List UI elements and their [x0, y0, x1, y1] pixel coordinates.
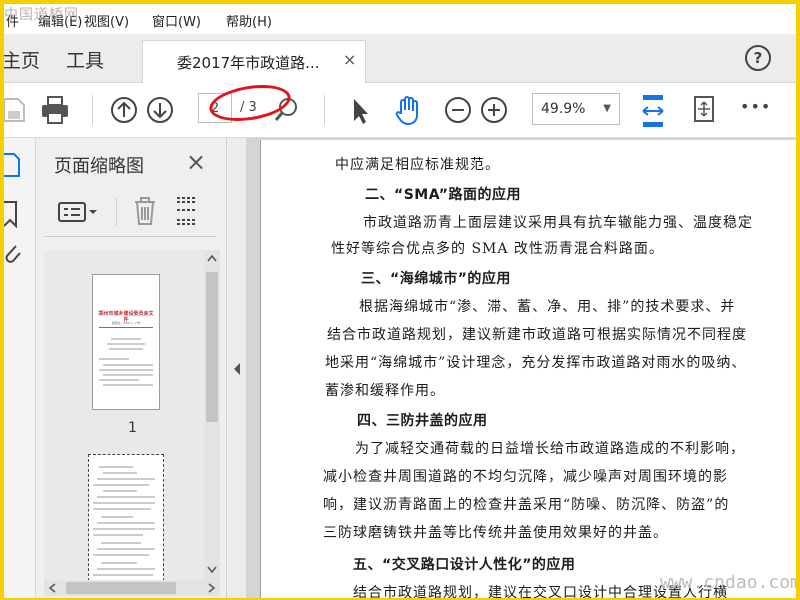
chevron-down-icon: ▼ [603, 103, 611, 114]
doc-text-line: 地采用“海绵城市”设计理念，充分发挥市政道路对雨水的吸纳、 [325, 355, 747, 371]
help-icon[interactable]: ? [745, 45, 771, 71]
toolbar-separator [92, 95, 93, 125]
menu-view[interactable]: 视图(V) [84, 11, 129, 30]
doc-heading: 二、“SMA”路面的应用 [365, 187, 521, 203]
menu-bar: 件 编辑(E) 视图(V) 窗口(W) 帮助(H) 中国道桥网 [4, 4, 796, 34]
panel-collapse-strip[interactable] [228, 138, 246, 598]
doc-text-line: 市政道路沥青上面层建议采用具有抗车辙能力强、温度稳定 [363, 215, 753, 231]
panel-toolbar [44, 186, 216, 237]
doc-text-line: 为了减轻交通荷载的日益增长给市政道路造成的不利影响， [355, 441, 745, 457]
doc-text-line: 性好等综合优点多的 SMA 改性沥青混合料路面。 [331, 241, 664, 257]
extract-page-icon[interactable] [174, 196, 200, 226]
close-panel-icon[interactable]: × [186, 148, 206, 176]
tab-tools[interactable]: 工具 [66, 46, 104, 73]
collapse-panel-icon[interactable] [232, 362, 242, 376]
panel-title: 页面缩略图 [54, 156, 144, 177]
print-icon[interactable] [40, 93, 70, 127]
attachments-icon[interactable] [4, 242, 22, 268]
more-tools-icon[interactable]: ••• [740, 97, 771, 116]
page-thumbnails-icon[interactable] [4, 152, 20, 178]
acrobat-window: 件 编辑(E) 视图(V) 窗口(W) 帮助(H) 中国道桥网 主页 工具 委2… [4, 4, 796, 598]
thumbnail-vertical-scrollbar[interactable] [204, 250, 220, 580]
site-watermark-top: 中国道桥网 [4, 7, 79, 23]
scroll-left-icon[interactable] [48, 583, 56, 593]
doc-text-line: 蓄渗和缓释作用。 [325, 383, 445, 399]
scrollbar-thumb[interactable] [66, 582, 176, 594]
menu-window[interactable]: 窗口(W) [152, 11, 201, 30]
page-thumbnails-panel: 页面缩略图 × 郑州市城乡建设委员会文件 郑建文〔2017〕×号 1 [36, 138, 227, 598]
thumbnail-text-lines [93, 466, 155, 576]
tab-bar: 主页 工具 委2017年市政道路... × ? [4, 34, 796, 84]
delete-page-icon[interactable] [132, 196, 158, 226]
close-tab-icon[interactable]: × [343, 50, 356, 69]
page-thumbnail-1[interactable]: 郑州市城乡建设委员会文件 郑建文〔2017〕×号 [92, 274, 160, 410]
zoom-out-icon[interactable] [444, 93, 472, 127]
hand-tool-icon[interactable] [392, 93, 426, 127]
zoom-in-icon[interactable] [480, 93, 508, 127]
scroll-up-icon[interactable] [207, 254, 217, 262]
doc-text-line: 结合市政道路规划，建议新建市政道路可根据实际情况不同程度 [327, 327, 747, 343]
site-watermark-bottom: www.cndao.com [660, 572, 796, 593]
document-tab-title: 委2017年市政道路... [177, 54, 320, 72]
thumbnail-rule [99, 327, 153, 328]
full-screen-icon[interactable] [690, 93, 718, 127]
menu-help[interactable]: 帮助(H) [226, 11, 272, 30]
previous-page-icon[interactable] [110, 93, 138, 127]
thumbnail-ref: 郑建文〔2017〕×号 [111, 321, 141, 325]
toolbar-separator [324, 95, 325, 125]
page-thumbnail-2[interactable] [88, 454, 164, 580]
bookmarks-icon[interactable] [4, 200, 20, 228]
thumbnail-options-icon[interactable] [58, 200, 100, 224]
scroll-right-icon[interactable] [208, 583, 216, 593]
next-page-icon[interactable] [146, 93, 174, 127]
doc-heading: 三、“海绵城市”的应用 [361, 271, 511, 287]
document-viewport[interactable]: 中应满足相应标准规范。 二、“SMA”路面的应用 市政道路沥青上面层建议采用具有… [246, 138, 796, 598]
doc-text-line: 中应满足相应标准规范。 [335, 157, 500, 173]
select-tool-icon[interactable] [348, 93, 372, 127]
toolbar: 2 / 3 49.9% ▼ ••• [4, 83, 796, 138]
pdf-page: 中应满足相应标准规范。 二、“SMA”路面的应用 市政道路沥青上面层建议采用具有… [260, 140, 796, 598]
doc-text-line: 三防球磨铸铁井盖等比传统井盖使用效果好的井盖。 [323, 525, 668, 541]
tab-document[interactable]: 委2017年市政道路... × [142, 40, 366, 84]
save-icon[interactable] [4, 93, 26, 127]
thumbnail-text-lines [99, 338, 153, 386]
doc-text-line: 响，建议沥青路面上的检查井盖采用“防噪、防沉降、防盗”的 [323, 497, 730, 513]
fit-page-icon[interactable] [640, 93, 666, 129]
left-icon-rail [4, 138, 36, 598]
tab-home[interactable]: 主页 [4, 46, 40, 73]
scroll-down-icon[interactable] [207, 566, 217, 574]
thumbnail-list: 郑州市城乡建设委员会文件 郑建文〔2017〕×号 1 [44, 250, 204, 580]
thumbnail-page-number: 1 [128, 420, 137, 436]
zoom-level-value: 49.9% [541, 101, 586, 117]
doc-text-line: 根据海绵城市“渗、滞、蓄、净、用、排”的技术要求、并 [359, 299, 736, 315]
scrollbar-thumb[interactable] [206, 272, 218, 422]
doc-heading: 五、“交叉路口设计人性化”的应用 [353, 557, 576, 573]
thumbnail-horizontal-scrollbar[interactable] [44, 580, 220, 596]
panel-separator [116, 198, 117, 226]
doc-text-line: 减小检查井周围道路的不均匀沉降，减少噪声对周围环境的影 [323, 469, 728, 485]
doc-heading: 四、三防井盖的应用 [357, 413, 488, 429]
zoom-level-select[interactable]: 49.9% ▼ [532, 93, 620, 125]
